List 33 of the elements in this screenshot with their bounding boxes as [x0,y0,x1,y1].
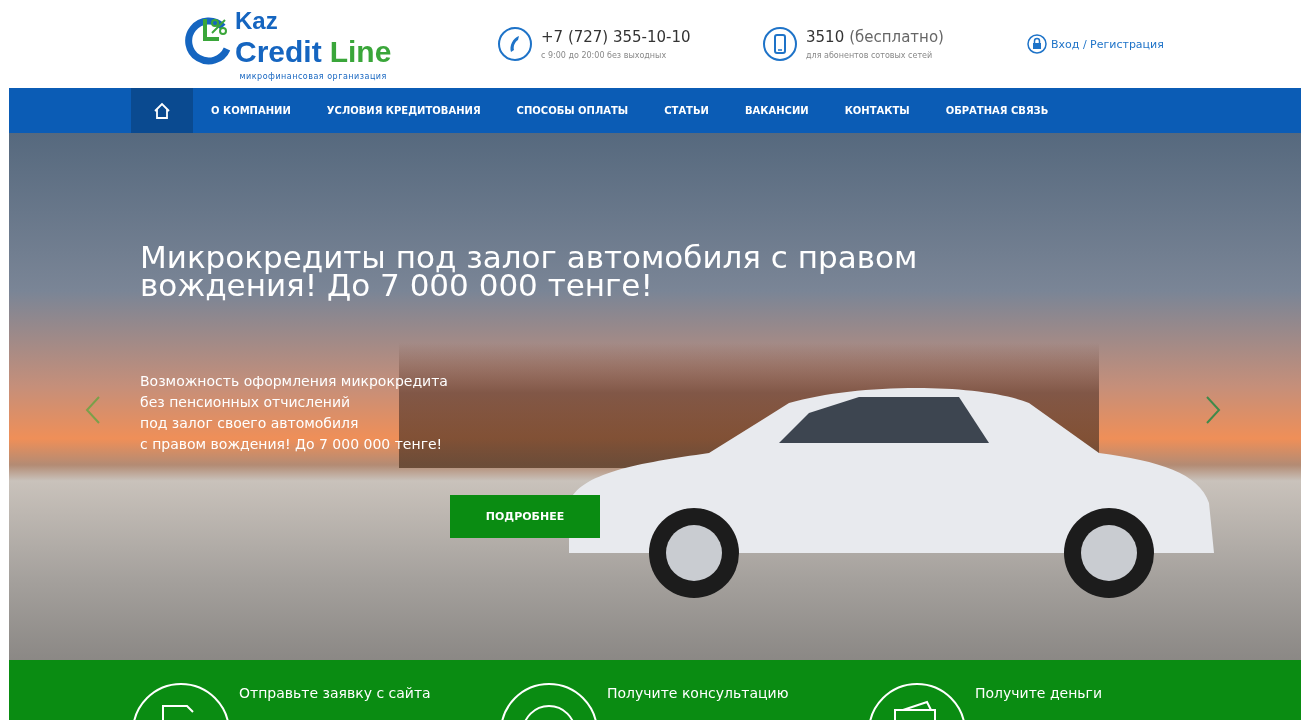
more-button[interactable]: ПОДРОБНЕЕ [450,495,600,538]
contact-hours: для абонентов сотовых сетей [806,51,934,60]
document-icon [131,682,231,720]
nav-link[interactable]: УСЛОВИЯ КРЕДИТОВАНИЯ [308,105,499,116]
phone-note: (бесплатно) [849,28,944,46]
nav-link[interactable]: ВАКАНСИИ [726,105,827,116]
step-label: Получите деньги [975,685,1103,701]
nav-link[interactable]: КОНТАКТЫ [826,105,928,116]
nav-link[interactable]: СТАТЬИ [646,105,727,116]
nav-link[interactable]: ОБРАТНАЯ СВЯЗЬ [927,105,1067,116]
step-label: Отправьте заявку с сайта [239,685,431,701]
wallet-icon [867,682,967,720]
chevron-right-icon[interactable] [1205,395,1221,425]
hero-title: Микрокредиты под залог автомобиля с правом вождения! До 7 000 000 тенге! [140,243,918,299]
home-tab[interactable] [131,88,193,133]
logo-subtitle: микрофинансовая организация [239,73,387,81]
phone-number: +7 (727) 355-10-10 [541,28,691,46]
lock-icon [1027,34,1047,54]
logo-text: Credit [235,35,322,69]
nav-link[interactable]: СПОСОБЫ ОПЛАТЫ [498,105,647,116]
logo-text: Line [329,35,392,69]
step-label: Получите консультацию [607,685,789,701]
clock-icon [499,682,599,720]
mobile-phone-icon [762,26,798,62]
home-icon [152,100,172,121]
phone-number: 3510 [806,28,845,46]
hero-text: Возможность оформления микрокредита без пенсионных отчислений под залог своего автомобиля с правом вождения! До 7 000 000 тенге! [140,372,448,454]
nav-link[interactable]: О КОМПАНИИ [193,105,309,116]
login-link[interactable]: Вход / Регистрация [1051,37,1164,51]
logo-text: Kaz [235,7,278,35]
contact-hours: с 9:00 до 20:00 без выходных [541,51,668,60]
chevron-left-icon[interactable] [85,395,101,425]
phone-icon [497,26,533,62]
